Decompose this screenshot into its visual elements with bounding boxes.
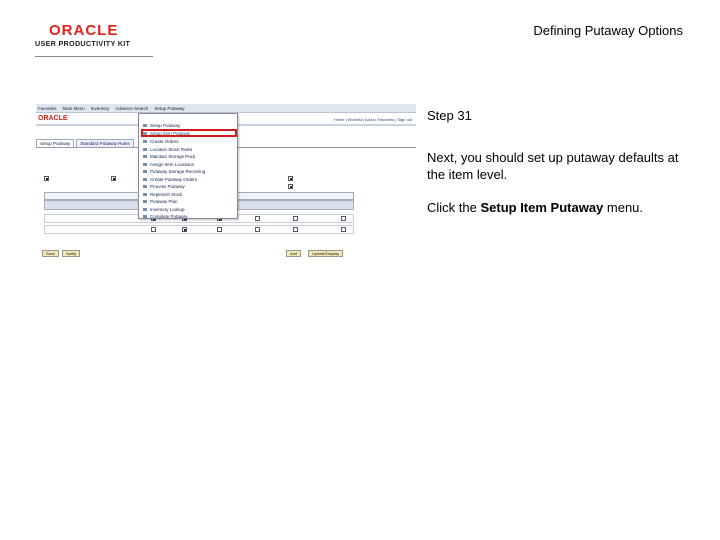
menubar-item[interactable]: Setup Putaway (154, 104, 184, 112)
notify-button[interactable]: Notify (62, 250, 81, 257)
checkbox[interactable] (111, 176, 116, 181)
menu-item[interactable]: Replenish Stock (142, 191, 237, 198)
application-screenshot: Favorites Main Menu Inventory Advance Se… (36, 104, 416, 272)
menu-item[interactable]: Putaway Storage Receiving (142, 168, 237, 175)
action-text: Click the Setup Item Putaway menu. (427, 200, 643, 215)
instruction-text: Next, you should set up putaway defaults… (427, 150, 679, 182)
step-label: Step 31 (427, 108, 472, 123)
table-row (44, 225, 354, 234)
target-highlight-box (141, 129, 237, 137)
logo-main-text: ORACLE (49, 22, 119, 39)
app-brand-logo: ORACLE (38, 115, 68, 122)
add-button[interactable]: Add (286, 250, 302, 257)
checkbox[interactable] (151, 227, 156, 232)
action-prefix: Click the (427, 200, 481, 215)
putaway-dropdown-menu: Setup Putaway Setup Item Putaway Create … (138, 113, 238, 219)
tab-standard-putaway-rules[interactable]: Standard Putaway Rules (76, 139, 134, 147)
checkbox[interactable] (288, 184, 293, 189)
save-button[interactable]: Save (42, 250, 60, 257)
menu-item[interactable]: Complete Putaway (142, 213, 237, 220)
action-target: Setup Item Putaway (480, 200, 604, 215)
menubar-item[interactable]: Favorites (38, 104, 57, 112)
menu-item[interactable]: Inventory Lookup (142, 206, 237, 213)
menubar-item[interactable]: Main Menu (63, 104, 85, 112)
menu-item[interactable]: Create Orders (142, 138, 237, 145)
menu-item[interactable]: Maintain Storage Pack (142, 153, 237, 160)
menu-item[interactable]: Assign Item Locations (142, 161, 237, 168)
checkbox[interactable] (293, 227, 298, 232)
menu-item[interactable]: Putaway Plan (142, 198, 237, 205)
logo-divider (35, 56, 153, 57)
checkbox[interactable] (293, 216, 298, 221)
menubar-item[interactable]: Advance Search (115, 104, 148, 112)
menu-item-setup-putaway[interactable]: Setup Putaway (142, 122, 237, 129)
action-suffix: menu. (603, 200, 644, 215)
logo-sub-text: USER PRODUCTIVITY KIT (35, 39, 131, 48)
menu-item[interactable]: Location Stock Rules (142, 146, 237, 153)
menubar-item[interactable]: Inventory (91, 104, 110, 112)
checkbox[interactable] (217, 227, 222, 232)
oracle-upk-logo: ORACLE USER PRODUCTIVITY KIT (35, 22, 155, 57)
checkbox[interactable] (44, 176, 49, 181)
menu-item[interactable]: Process Putaway (142, 183, 237, 190)
app-brand-links[interactable]: Home | Worklist | Add to Favorites | Sig… (334, 117, 412, 122)
checkbox[interactable] (341, 216, 346, 221)
checkbox[interactable] (288, 176, 293, 181)
checkbox[interactable] (182, 227, 187, 232)
checkbox[interactable] (255, 216, 260, 221)
page-title: Defining Putaway Options (533, 23, 683, 38)
app-tabs: Setup Putaway Standard Putaway Rules (36, 139, 134, 147)
tab-setup-putaway[interactable]: Setup Putaway (36, 139, 75, 147)
checkbox[interactable] (255, 227, 260, 232)
menu-item[interactable]: Create Putaway Orders (142, 176, 237, 183)
update-display-button[interactable]: Update/Display (308, 250, 344, 257)
checkbox[interactable] (341, 227, 346, 232)
app-menubar: Favorites Main Menu Inventory Advance Se… (36, 104, 416, 113)
